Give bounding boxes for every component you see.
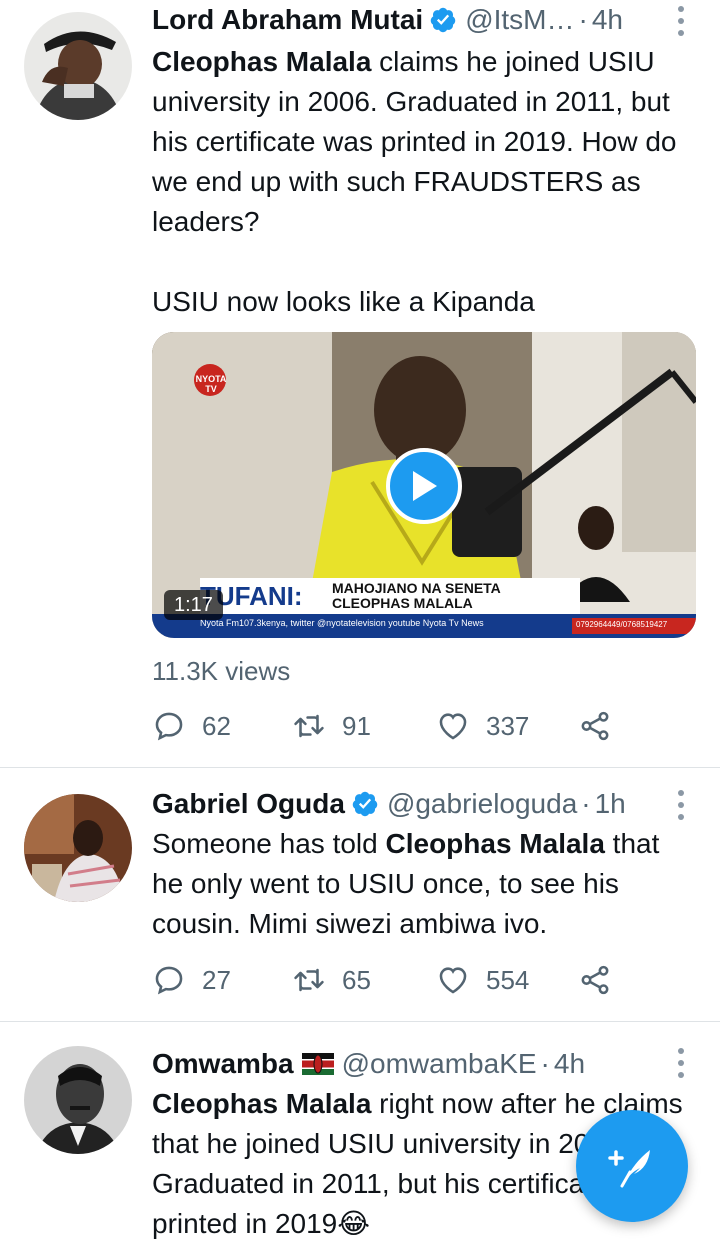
reply-icon [155,966,183,995]
video-duration: 1:17 [164,590,223,620]
retweet-button[interactable]: 91 [292,706,371,746]
compose-tweet-icon [608,1150,650,1188]
like-button[interactable]: 554 [436,960,529,1000]
tweet-text-pre: Someone has told [152,828,386,859]
more-options-icon[interactable] [676,1048,686,1078]
share-button[interactable] [578,706,612,746]
avatar-image [24,794,132,902]
tweet-text: Cleophas Malala claims he joined USIU un… [152,42,692,322]
author-name[interactable]: Lord Abraham Mutai [152,4,423,36]
verified-badge-icon [430,7,456,33]
reply-count: 27 [202,964,231,995]
compose-tweet-button[interactable] [576,1110,688,1222]
author-handle[interactable]: @ItsM… [465,4,574,36]
tweet-text-rest: claims he joined USIU university in 2006… [152,46,677,317]
play-icon[interactable] [386,448,462,524]
author-handle[interactable]: @omwambaKE [342,1048,537,1080]
avatar-image [24,1046,132,1154]
separator-dot: · [540,1048,550,1079]
retweet-icon [294,968,324,992]
share-button[interactable] [578,960,612,1000]
separator-dot: · [581,788,591,819]
reply-count: 62 [202,710,231,741]
more-options-icon[interactable] [676,6,686,36]
tweet-actions: 27 65 554 [152,960,632,1000]
mention-bold[interactable]: Cleophas Malala [386,828,605,859]
avatar-gabriel-oguda[interactable] [24,794,132,902]
tweet-header: Omwamba @omwambaKE · 4h [152,1046,585,1082]
tweet-time[interactable]: 4h [592,4,623,36]
video-phone: 0792964449/0768519427 [576,620,668,629]
like-icon [439,713,467,740]
channel-logo: NYOTA TV [195,374,227,394]
author-name[interactable]: Omwamba [152,1048,294,1080]
reply-button[interactable]: 27 [152,960,231,1000]
tweet-2[interactable]: Gabriel Oguda @gabrieloguda · 1h Someone… [0,768,720,1022]
lower-third-line2: CLEOPHAS MALALA [332,595,473,611]
lower-third-line1: MAHOJIANO NA SENETA [332,580,501,596]
author-handle[interactable]: @gabrieloguda [387,788,577,820]
tweet-time[interactable]: 1h [595,788,626,820]
retweet-button[interactable]: 65 [292,960,371,1000]
tweet-actions: 62 91 337 [152,706,632,746]
more-options-icon[interactable] [676,790,686,820]
kenya-flag-icon [301,1053,334,1075]
avatar-image [24,12,132,120]
video-ticker: Nyota Fm107.3kenya, twitter @nyotatelevi… [200,618,484,628]
mention-bold[interactable]: Cleophas Malala [152,1088,371,1119]
author-name[interactable]: Gabriel Oguda [152,788,345,820]
tweet-header: Gabriel Oguda @gabrieloguda · 1h [152,786,626,822]
tweet-time[interactable]: 4h [554,1048,585,1080]
retweet-icon [294,714,324,738]
like-button[interactable]: 337 [436,706,529,746]
tweet-text: Someone has told Cleophas Malala that he… [152,824,692,944]
share-icon [581,965,609,995]
avatar-omwamba[interactable] [24,1046,132,1154]
view-count: 11.3K views [152,656,291,686]
retweet-count: 91 [342,710,371,741]
like-icon [439,967,467,994]
separator-dot: · [578,4,588,35]
retweet-count: 65 [342,964,371,995]
tweet-header: Lord Abraham Mutai @ItsM… · 4h [152,2,623,38]
tweet-1[interactable]: Lord Abraham Mutai @ItsM… · 4h Cleophas … [0,0,720,768]
video-player[interactable]: NYOTA TV TUFANI: MAHOJIANO NA SENETA CLE… [152,332,696,638]
avatar-lord-abraham-mutai[interactable] [24,12,132,120]
share-icon [581,711,609,741]
like-count: 337 [486,710,530,741]
like-count: 554 [486,964,530,995]
reply-button[interactable]: 62 [152,706,231,746]
verified-badge-icon [352,791,378,817]
mention-bold[interactable]: Cleophas Malala [152,46,371,77]
reply-icon [155,712,183,741]
